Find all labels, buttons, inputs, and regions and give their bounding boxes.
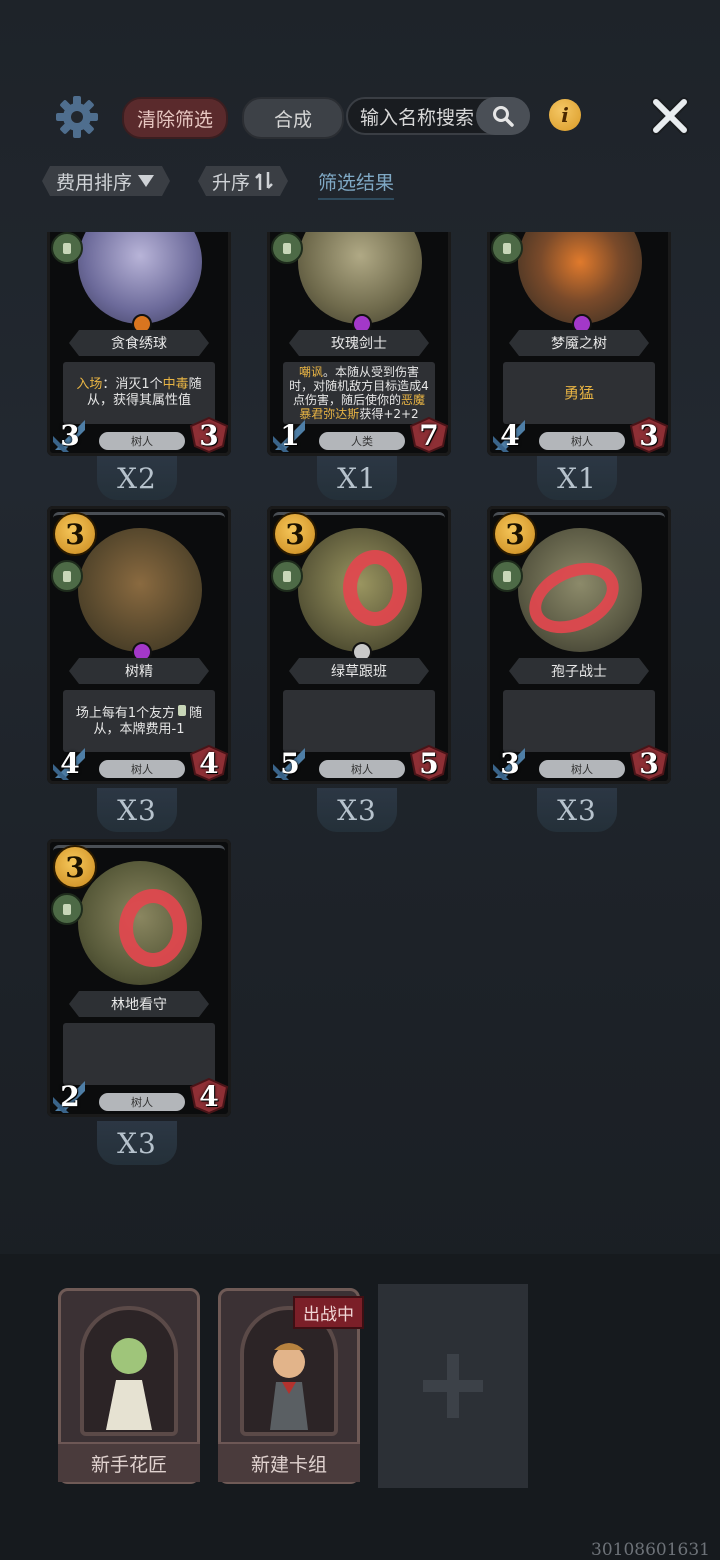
active-deck-badge: 出战中 (293, 1296, 364, 1329)
search-placeholder: 输入名称搜索 (360, 106, 475, 129)
merge-button[interactable]: 合成 (242, 97, 344, 139)
card-name: 绿草跟班 (289, 658, 429, 684)
card-text (283, 690, 435, 752)
deck-slot-2[interactable]: 出战中 新建卡组 (218, 1284, 364, 1484)
card-count: X3 (97, 788, 177, 832)
card-text: 勇猛 (503, 362, 655, 424)
cost-sort-dropdown[interactable]: 费用排序 (42, 166, 170, 196)
add-deck-button[interactable] (378, 1284, 528, 1488)
card-count: X1 (317, 456, 397, 500)
attack-stat: 3 (51, 416, 89, 454)
card-tanshi-xiuqiu[interactable]: 贪食绣球 入场：消灭1个中毒随从，获得其属性值 3 3 树人 (47, 232, 231, 456)
health-stat: 3 (189, 416, 229, 454)
tree-tribe-icon (271, 560, 303, 592)
search-input[interactable]: 输入名称搜索 (346, 97, 530, 135)
attack-stat: 4 (491, 416, 529, 454)
card-text: 嘲讽。本随从受到伤害时，对随机敌方目标造成4点伤害，随后使你的恶魔暴君弥达斯获得… (283, 362, 435, 424)
search-button[interactable] (476, 97, 530, 135)
cost-badge: 3 (53, 845, 97, 889)
health-stat: 3 (629, 744, 669, 782)
filter-triangle-icon (136, 173, 156, 189)
card-portrait (78, 528, 202, 652)
race-label: 树人 (99, 760, 185, 778)
deck-portrait (80, 1306, 178, 1436)
cost-sort-label: 费用排序 (56, 171, 133, 194)
info-icon[interactable]: i (549, 99, 581, 131)
sort-arrows-icon (254, 170, 274, 192)
card-count: X3 (97, 1121, 177, 1165)
deck-name: 新建卡组 (218, 1442, 360, 1482)
health-stat: 4 (189, 1077, 229, 1115)
health-stat: 4 (189, 744, 229, 782)
tree-tribe-icon (51, 560, 83, 592)
red-scribble-mark (343, 550, 407, 626)
card-text (503, 690, 655, 752)
attack-stat: 2 (51, 1077, 89, 1115)
card-name: 孢子战士 (509, 658, 649, 684)
close-icon[interactable] (650, 96, 690, 136)
plus-icon (423, 1354, 483, 1418)
search-icon (493, 106, 514, 127)
card-name: 玫瑰剑士 (289, 330, 429, 356)
card-count: X3 (317, 788, 397, 832)
card-name: 树精 (69, 658, 209, 684)
tree-tribe-icon (51, 232, 83, 264)
health-stat: 5 (409, 744, 449, 782)
card-mengyan-zhishu[interactable]: 梦魇之树 勇猛 4 3 树人 (487, 232, 671, 456)
deck-slot-1[interactable]: 新手花匠 (58, 1284, 200, 1484)
attack-stat: 1 (271, 416, 309, 454)
card-count: X2 (97, 456, 177, 500)
clear-filter-button[interactable]: 清除筛选 (122, 97, 228, 139)
cost-badge: 3 (273, 512, 317, 556)
card-name: 林地看守 (69, 991, 209, 1017)
keyword: 入场 (76, 377, 103, 392)
card-name: 贪食绣球 (69, 330, 209, 356)
watermark-text: 30108601631 (591, 1540, 710, 1560)
card-text: 场上每有1个友方 随从，本牌费用-1 (63, 690, 215, 752)
cost-badge: 3 (53, 512, 97, 556)
order-label: 升序 (212, 171, 251, 194)
order-toggle-button[interactable]: 升序 (198, 166, 288, 196)
race-label: 人类 (319, 432, 405, 450)
card-shujing[interactable]: 3 树精 场上每有1个友方 随从，本牌费用-1 4 4 树人 (47, 506, 231, 784)
race-label: 树人 (539, 432, 625, 450)
settings-gear-icon[interactable] (54, 94, 100, 140)
card-meigui-jianshi[interactable]: 玫瑰剑士 嘲讽。本随从受到伤害时，对随机敌方目标造成4点伤害，随后使你的恶魔暴君… (267, 232, 451, 456)
card-text (63, 1023, 215, 1085)
race-label: 树人 (539, 760, 625, 778)
tree-tribe-icon (491, 232, 523, 264)
tree-tribe-icon (271, 232, 303, 264)
card-count: X1 (537, 456, 617, 500)
red-scribble-mark (119, 889, 187, 967)
health-stat: 7 (409, 416, 449, 454)
keyword: 中毒 (162, 377, 189, 392)
card-name: 梦魇之树 (509, 330, 649, 356)
card-lvcao-genban[interactable]: 3 绿草跟班 5 5 树人 (267, 506, 451, 784)
attack-stat: 3 (491, 744, 529, 782)
card-count: X3 (537, 788, 617, 832)
tree-tribe-icon (491, 560, 523, 592)
card-lindi-kanshou[interactable]: 3 林地看守 2 4 树人 (47, 839, 231, 1117)
filter-result-tab[interactable]: 筛选结果 (318, 168, 395, 200)
tree-tribe-icon (51, 893, 83, 925)
card-grid: 贪食绣球 入场：消灭1个中毒随从，获得其属性值 3 3 树人 X2 玫瑰剑士 嘲… (0, 232, 720, 1242)
race-label: 树人 (319, 760, 405, 778)
attack-stat: 5 (271, 744, 309, 782)
health-stat: 3 (629, 416, 669, 454)
race-label: 树人 (99, 432, 185, 450)
deck-name: 新手花匠 (58, 1442, 200, 1482)
card-baozi-zhanshi[interactable]: 3 孢子战士 3 3 树人 (487, 506, 671, 784)
card-text: 入场：消灭1个中毒随从，获得其属性值 (63, 362, 215, 424)
tree-tribe-icon (178, 705, 187, 716)
race-label: 树人 (99, 1093, 185, 1111)
cost-badge: 3 (493, 512, 537, 556)
attack-stat: 4 (51, 744, 89, 782)
